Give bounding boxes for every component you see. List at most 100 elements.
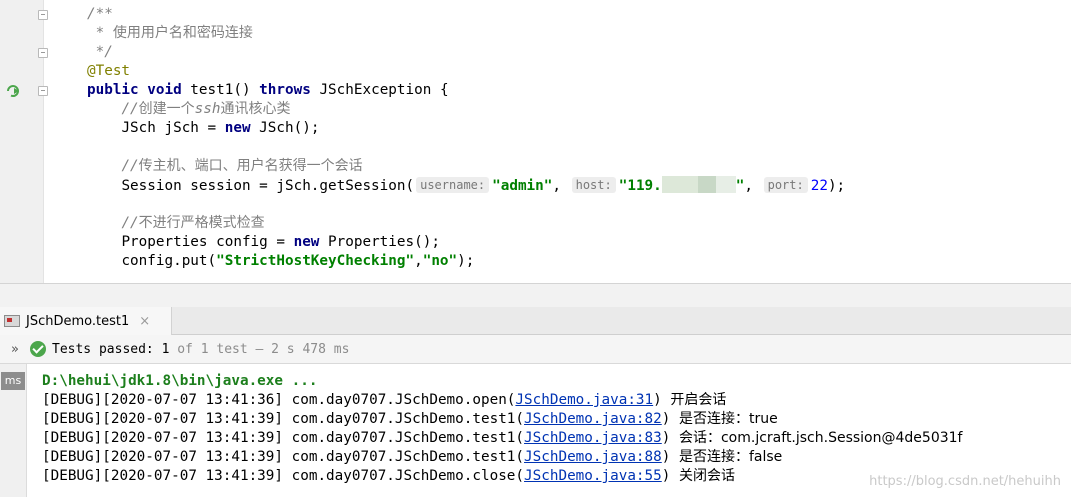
panel-divider[interactable] bbox=[0, 283, 1071, 307]
code-text: config.put( bbox=[121, 253, 217, 269]
inlay-hint-host: host: bbox=[571, 177, 616, 193]
test-passed-icon bbox=[30, 341, 46, 357]
code-line: */ bbox=[87, 43, 845, 62]
keyword: new bbox=[293, 234, 329, 250]
keyword: public void bbox=[87, 82, 191, 98]
comment-text: 创建一个 bbox=[138, 101, 195, 117]
log-line: [DEBUG][2020-07-07 13:41:39] com.day0707… bbox=[42, 467, 962, 486]
log-message: 关闭会话 bbox=[678, 468, 735, 484]
comment-slashes: // bbox=[121, 158, 139, 174]
java-path-line: D:\hehui\jdk1.8\bin\java.exe ... bbox=[42, 373, 318, 389]
code-lines: /** * 使用用户名和密码连接 */ @Test public void te… bbox=[87, 5, 845, 271]
string-literal: "no" bbox=[422, 253, 458, 269]
inlay-hint-username: username: bbox=[416, 177, 490, 193]
comment-text: 通讯核心类 bbox=[220, 101, 291, 117]
test-annotation: @Test bbox=[87, 63, 131, 79]
code-line: * 使用用户名和密码连接 bbox=[87, 24, 845, 43]
fold-marker-icon[interactable] bbox=[38, 86, 48, 96]
code-line: JSch jSch = new JSch(); bbox=[87, 119, 845, 138]
code-text: JSch(); bbox=[259, 120, 320, 136]
code-editor[interactable]: /** * 使用用户名和密码连接 */ @Test public void te… bbox=[0, 0, 1071, 283]
fold-marker-icon[interactable] bbox=[38, 48, 48, 58]
code-text: JSchException { bbox=[319, 82, 449, 98]
log-message: 会话：com.jcraft.jsch.Session@4de5031f bbox=[678, 430, 963, 446]
run-tab-bar: JSchDemo.test1 × bbox=[0, 307, 1071, 335]
code-text: , bbox=[744, 178, 762, 194]
source-link[interactable]: JSchDemo.java:88 bbox=[524, 449, 662, 465]
inlay-hint-port: port: bbox=[763, 177, 808, 193]
status-prefix: Tests passed: bbox=[52, 341, 162, 357]
javadoc-close: */ bbox=[87, 44, 113, 60]
string-literal: "119. bbox=[618, 178, 662, 194]
code-text: JSch jSch = bbox=[121, 120, 225, 136]
watermark: https://blog.csdn.net/hehuihh bbox=[869, 474, 1061, 489]
comment-slashes: // bbox=[121, 101, 139, 117]
editor-gutter bbox=[0, 0, 48, 283]
log-prefix: [DEBUG][2020-07-07 13:41:39] com.day0707… bbox=[42, 411, 525, 427]
close-icon[interactable]: × bbox=[139, 314, 150, 329]
code-line: config.put("StrictHostKeyChecking","no")… bbox=[87, 252, 845, 271]
log-line: [DEBUG][2020-07-07 13:41:36] com.day0707… bbox=[42, 391, 962, 410]
test-status-text: Tests passed: 1 of 1 test – 2 s 478 ms bbox=[52, 342, 349, 357]
ms-badge: ms bbox=[1, 372, 25, 390]
comment-text: 传主机、端口、用户名获得一个会话 bbox=[138, 158, 363, 174]
method-name: test1() bbox=[190, 82, 260, 98]
tab-label: JSchDemo.test1 bbox=[26, 313, 130, 329]
string-literal: "StrictHostKeyChecking" bbox=[216, 253, 415, 269]
string-literal: "admin" bbox=[492, 178, 553, 194]
console-gutter: ms bbox=[0, 364, 27, 497]
redacted-block bbox=[715, 176, 736, 193]
log-prefix: [DEBUG][2020-07-07 13:41:39] com.day0707… bbox=[42, 449, 525, 465]
javadoc-text: 使用用户名和密码连接 bbox=[112, 25, 253, 41]
code-line: Properties config = new Properties(); bbox=[87, 233, 845, 252]
log-line: [DEBUG][2020-07-07 13:41:39] com.day0707… bbox=[42, 410, 962, 429]
log-paren: ) bbox=[661, 430, 679, 446]
code-line: //传主机、端口、用户名获得一个会话 bbox=[87, 157, 845, 176]
log-paren: ) bbox=[661, 449, 679, 465]
tab-jschdemo-test1[interactable]: JSchDemo.test1 × bbox=[0, 307, 172, 335]
source-link[interactable]: JSchDemo.java:55 bbox=[524, 468, 662, 484]
log-message: 是否连接：false bbox=[678, 449, 783, 465]
code-text: , bbox=[414, 253, 423, 269]
log-paren: ) bbox=[661, 411, 679, 427]
log-line: [DEBUG][2020-07-07 13:41:39] com.day0707… bbox=[42, 448, 962, 467]
code-text: Session session = jSch.getSession( bbox=[121, 178, 415, 194]
console-output[interactable]: ms D:\hehui\jdk1.8\bin\java.exe ... [DEB… bbox=[0, 364, 1071, 497]
code-text: Properties config = bbox=[121, 234, 294, 250]
fold-marker-icon[interactable] bbox=[38, 10, 48, 20]
comment-text: 不进行严格模式检查 bbox=[138, 215, 265, 231]
console-lines: D:\hehui\jdk1.8\bin\java.exe ... [DEBUG]… bbox=[42, 372, 962, 486]
code-line: Session session = jSch.getSession(userna… bbox=[87, 176, 845, 195]
source-link[interactable]: JSchDemo.java:83 bbox=[524, 430, 662, 446]
code-line: @Test bbox=[87, 62, 845, 81]
keyword: throws bbox=[259, 82, 320, 98]
status-suffix: of 1 test – 2 s 478 ms bbox=[169, 341, 350, 357]
test-status-bar: » Tests passed: 1 of 1 test – 2 s 478 ms bbox=[0, 335, 1071, 364]
log-message: 是否连接：true bbox=[678, 411, 778, 427]
code-text: , bbox=[552, 178, 570, 194]
redacted-block bbox=[697, 176, 716, 193]
log-message: 开启会话 bbox=[670, 392, 727, 408]
log-line: [DEBUG][2020-07-07 13:41:39] com.day0707… bbox=[42, 429, 962, 448]
source-link[interactable]: JSchDemo.java:82 bbox=[524, 411, 662, 427]
keyword: new bbox=[224, 120, 260, 136]
expand-chevron-icon[interactable]: » bbox=[0, 342, 30, 357]
log-prefix: [DEBUG][2020-07-07 13:41:36] com.day0707… bbox=[42, 392, 516, 408]
log-paren: ) bbox=[653, 392, 671, 408]
code-line: /** bbox=[87, 5, 845, 24]
run-test-icon[interactable] bbox=[6, 84, 22, 98]
run-config-icon bbox=[4, 315, 20, 327]
comment-text: ssh bbox=[194, 101, 221, 117]
code-line: //不进行严格模式检查 bbox=[87, 214, 845, 233]
source-link[interactable]: JSchDemo.java:31 bbox=[515, 392, 653, 408]
number-literal: 22 bbox=[810, 178, 828, 194]
code-line: public void test1() throws JSchException… bbox=[87, 81, 845, 100]
code-text: Properties(); bbox=[328, 234, 440, 250]
redacted-block bbox=[661, 176, 698, 193]
comment-slashes: // bbox=[121, 215, 139, 231]
javadoc-star: * bbox=[87, 25, 113, 41]
code-text: ); bbox=[827, 178, 846, 194]
code-line: //创建一个ssh通讯核心类 bbox=[87, 100, 845, 119]
